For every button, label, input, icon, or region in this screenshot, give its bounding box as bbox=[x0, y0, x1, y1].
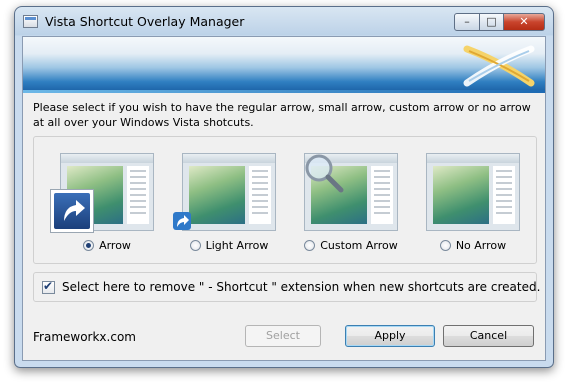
window-title: Vista Shortcut Overlay Manager bbox=[45, 14, 245, 29]
remove-shortcut-extension-group: Select here to remove " - Shortcut " ext… bbox=[33, 272, 540, 302]
radio-button[interactable] bbox=[304, 240, 316, 251]
radio-arrow[interactable]: Arrow bbox=[52, 239, 162, 252]
close-button[interactable]: ✕ bbox=[503, 13, 545, 31]
radio-arrow-label: Arrow bbox=[99, 239, 131, 252]
app-window-icon bbox=[23, 15, 38, 28]
radio-custom-arrow[interactable]: Custom Arrow bbox=[296, 239, 406, 252]
site-credit: Frameworkx.com bbox=[33, 330, 136, 344]
remove-shortcut-extension-checkbox[interactable] bbox=[42, 279, 55, 294]
maximize-button[interactable]: □ bbox=[479, 13, 504, 31]
minimize-button[interactable]: – bbox=[454, 13, 480, 31]
instructions-text: Please select if you wish to have the re… bbox=[33, 101, 531, 129]
radio-no-arrow-label: No Arrow bbox=[455, 239, 507, 252]
title-bar[interactable]: Vista Shortcut Overlay Manager – □ ✕ bbox=[15, 7, 553, 36]
checkbox-label[interactable]: Select here to remove " - Shortcut " ext… bbox=[62, 280, 540, 294]
option-arrow[interactable]: Arrow bbox=[50, 149, 162, 269]
radio-light-arrow-label: Light Arrow bbox=[205, 239, 269, 252]
option-no-arrow[interactable]: No Arrow bbox=[418, 149, 528, 269]
cancel-button[interactable]: Cancel bbox=[443, 325, 534, 347]
radio-light-arrow[interactable]: Light Arrow bbox=[174, 239, 284, 252]
small-shortcut-arrow-icon bbox=[173, 212, 191, 230]
window-preview-thumbnail bbox=[182, 153, 276, 231]
select-button[interactable]: Select bbox=[245, 325, 321, 347]
large-shortcut-arrow-icon bbox=[50, 189, 94, 233]
magnifier-icon bbox=[305, 154, 344, 193]
apply-button[interactable]: Apply bbox=[345, 325, 435, 347]
radio-custom-arrow-label: Custom Arrow bbox=[320, 239, 398, 252]
radio-button[interactable] bbox=[439, 240, 451, 251]
header-banner bbox=[23, 37, 545, 93]
radio-button-selected[interactable] bbox=[83, 240, 95, 251]
x-logo-icon bbox=[463, 45, 535, 87]
option-custom-arrow[interactable]: Custom Arrow bbox=[296, 149, 406, 269]
radio-button[interactable] bbox=[189, 240, 201, 251]
window-preview-thumbnail bbox=[426, 153, 520, 231]
radio-no-arrow[interactable]: No Arrow bbox=[418, 239, 528, 252]
option-light-arrow[interactable]: Light Arrow bbox=[173, 149, 284, 269]
dialog-body: Please select if you wish to have the re… bbox=[22, 36, 546, 361]
app-window: Vista Shortcut Overlay Manager – □ ✕ Ple… bbox=[14, 6, 554, 368]
